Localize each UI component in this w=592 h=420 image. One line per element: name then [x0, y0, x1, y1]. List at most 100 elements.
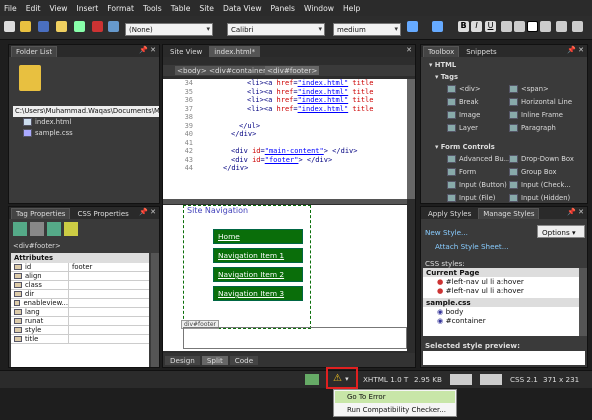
tab-index-html[interactable]: index.html* [209, 46, 261, 57]
toolbox-item[interactable]: <span> [509, 85, 549, 93]
superpreview-icon[interactable] [92, 21, 103, 32]
tab-code[interactable]: Code [229, 355, 259, 365]
toolbox-item[interactable]: Layer [447, 124, 478, 132]
toolbox-item[interactable]: Image [447, 111, 480, 119]
css-styles-list[interactable]: Current Page ● #left-nav ul li a:hover ●… [423, 268, 579, 336]
menu-item-tools[interactable]: Tools [143, 4, 162, 13]
style-rule[interactable]: ● #left-nav ul li a:hover [423, 286, 579, 295]
menu-item-site[interactable]: Site [199, 4, 214, 13]
tab-manage-styles[interactable]: Manage Styles [478, 208, 540, 219]
new-page-icon[interactable] [4, 21, 15, 32]
breadcrumb-container[interactable]: <div#container> [207, 66, 274, 75]
style-application-icon[interactable] [450, 374, 472, 385]
attribute-value[interactable]: footer [69, 263, 92, 271]
style-rule[interactable]: ● #left-nav ul li a:hover [423, 277, 579, 286]
show-set-icon[interactable] [47, 222, 61, 236]
code-view[interactable]: 34 <li><a href="index.html" title 35 <li><a… [163, 79, 407, 199]
bold-icon[interactable]: B [458, 21, 469, 32]
open-icon[interactable] [20, 21, 31, 32]
menu-item-data-view[interactable]: Data View [223, 4, 262, 13]
close-icon[interactable]: ✕ [406, 46, 412, 54]
folder-icon[interactable] [56, 21, 67, 32]
go-to-error-item[interactable]: Go To Error [335, 391, 455, 403]
footer-box[interactable] [183, 327, 407, 349]
tab-tag-properties[interactable]: Tag Properties [11, 208, 71, 219]
tab-css-properties[interactable]: CSS Properties [72, 208, 134, 219]
current-page-group[interactable]: Current Page [423, 268, 579, 277]
scrollbar[interactable] [407, 79, 415, 199]
scrollbar[interactable] [579, 268, 587, 336]
attach-style-sheet-link[interactable]: Attach Style Sheet... [435, 242, 509, 251]
css-version-status[interactable]: CSS 2.1 [510, 375, 538, 384]
align-center-icon[interactable] [514, 21, 525, 32]
doctype-status[interactable]: XHTML 1.0 T [363, 375, 408, 384]
file-sample-css[interactable]: sample.css [23, 129, 73, 137]
folder-path[interactable]: C:\Users\Muhammad.Waqas\Documents\M [13, 106, 159, 117]
menu-item-panels[interactable]: Panels [271, 4, 295, 13]
breadcrumb-body[interactable]: <body> [175, 66, 209, 75]
toolbox-item[interactable]: <div> [447, 85, 481, 93]
toolbox-item[interactable]: Drop-Down Box [509, 155, 574, 163]
sort-icon[interactable] [30, 222, 44, 236]
toolbox-item[interactable]: Group Box [509, 168, 557, 176]
tab-site-view[interactable]: Site View [165, 46, 208, 57]
html-section[interactable]: ▾ HTML [429, 61, 456, 69]
menu-item-edit[interactable]: Edit [26, 4, 41, 13]
categorized-icon[interactable] [13, 222, 27, 236]
align-right-icon[interactable] [527, 21, 538, 32]
breadcrumb-footer[interactable]: <div#footer> [265, 66, 320, 75]
menu-item-insert[interactable]: Insert [76, 4, 98, 13]
font-combo[interactable]: Calibri ▾ [227, 23, 325, 36]
toolbox-item[interactable]: Advanced Bu... [447, 155, 510, 163]
justify-icon[interactable] [540, 21, 551, 32]
schema-icon[interactable] [480, 374, 502, 385]
underline-icon[interactable]: U [485, 21, 496, 32]
toolbox-item[interactable]: Horizontal Line [509, 98, 572, 106]
bullets-icon[interactable] [556, 21, 567, 32]
pin-icon[interactable]: 📌 ✕ [567, 208, 584, 216]
italic-icon[interactable]: I [471, 21, 482, 32]
nav-item-3[interactable]: Navigation Item 3 [213, 286, 303, 301]
menu-item-view[interactable]: View [49, 4, 67, 13]
toolbox-item[interactable]: Input (File) [447, 194, 495, 202]
new-style-link[interactable]: New Style... [425, 228, 468, 237]
warning-icon[interactable]: ⚠ ▾ [333, 373, 349, 384]
pin-icon[interactable]: 📌 ✕ [139, 46, 156, 54]
tab-snippets[interactable]: Snippets [461, 46, 502, 57]
run-compatibility-checker-item[interactable]: Run Compatibility Checker... [335, 404, 455, 416]
nav-home[interactable]: Home [213, 229, 303, 244]
menu-item-window[interactable]: Window [304, 4, 334, 13]
save-icon[interactable] [38, 21, 49, 32]
toolbox-item[interactable]: Break [447, 98, 479, 106]
sample-css-group[interactable]: sample.css [423, 298, 579, 307]
tag-icon[interactable] [64, 222, 78, 236]
numbering-icon[interactable] [572, 21, 583, 32]
form-controls-section[interactable]: ▾ Form Controls [435, 143, 495, 151]
options-button[interactable]: Options ▾ [537, 225, 585, 238]
toolbox-item[interactable]: Input (Button) [447, 181, 507, 189]
style-combo[interactable]: (None) ▾ [125, 23, 213, 36]
tags-section[interactable]: ▾ Tags [435, 73, 458, 81]
menu-item-file[interactable]: File [4, 4, 17, 13]
toolbox-item[interactable]: Input (Hidden) [509, 194, 570, 202]
style-rule[interactable]: ◉ #container [423, 316, 579, 325]
tab-split[interactable]: Split [201, 355, 228, 365]
menu-item-format[interactable]: Format [107, 4, 134, 13]
toolbox-item[interactable]: Form [447, 168, 476, 176]
menu-item-table[interactable]: Table [171, 4, 191, 13]
attribute-row[interactable]: title [11, 334, 149, 344]
scrollbar[interactable] [151, 253, 159, 367]
pin-icon[interactable]: 📌 ✕ [567, 46, 584, 54]
redo-icon[interactable] [432, 21, 443, 32]
menu-item-help[interactable]: Help [343, 4, 360, 13]
visual-aids-icon[interactable] [305, 374, 319, 385]
align-left-icon[interactable] [501, 21, 512, 32]
preview-icon[interactable] [108, 21, 119, 32]
splitter[interactable] [163, 199, 407, 204]
tab-toolbox[interactable]: Toolbox [423, 46, 460, 57]
font-size-combo[interactable]: medium ▾ [333, 23, 401, 36]
tab-design[interactable]: Design [165, 355, 200, 365]
undo-icon[interactable] [407, 21, 418, 32]
publish-icon[interactable] [74, 21, 85, 32]
tab-folder-list[interactable]: Folder List [11, 46, 58, 57]
